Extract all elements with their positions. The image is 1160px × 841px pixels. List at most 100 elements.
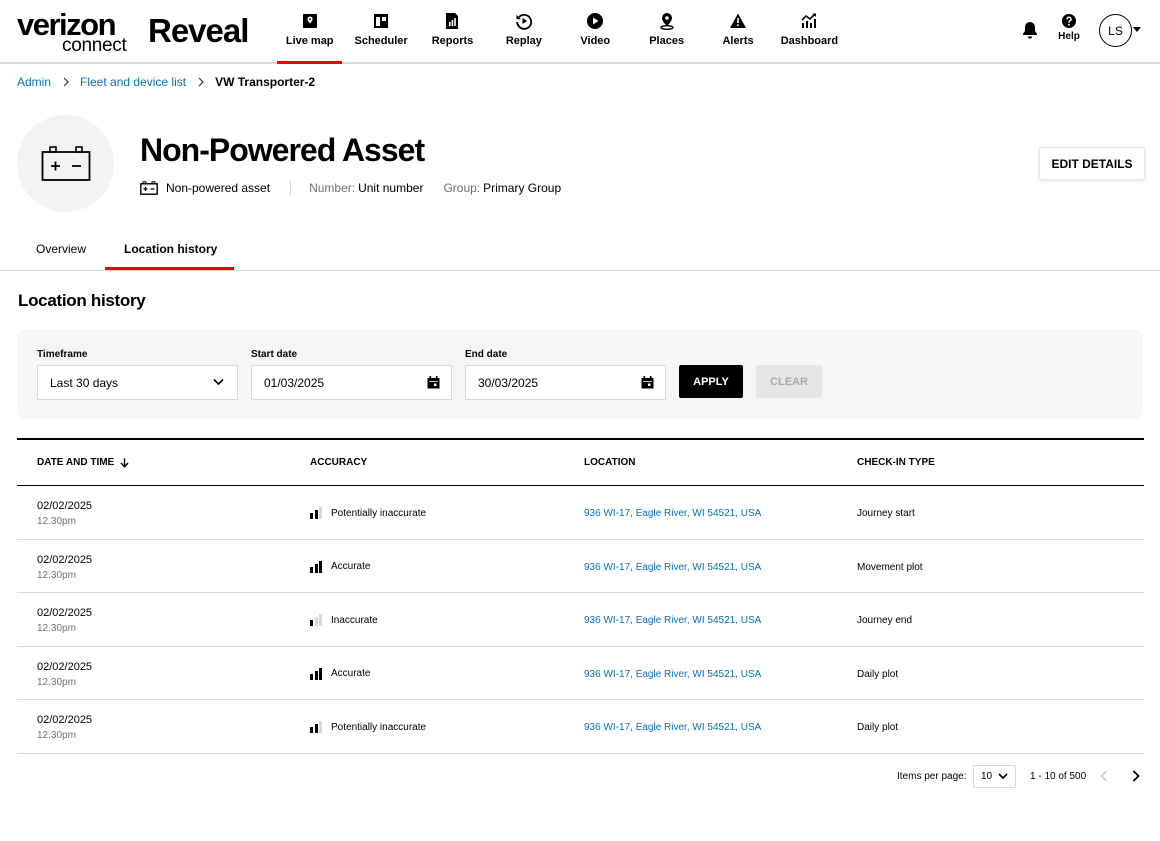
table-header: DATE AND TIME ACCURACY LOCATION CHECK-IN… [17, 440, 1144, 486]
top-navigation-bar: verizon connect Reveal Live map Schedule… [0, 0, 1160, 64]
dashboard-icon [801, 13, 817, 28]
calendar-icon[interactable] [641, 376, 654, 389]
timeframe-label: Timeframe [37, 349, 88, 360]
row-time: 12.30pm [37, 569, 76, 581]
accuracy-label: Potentially inaccurate [331, 721, 427, 733]
row-check-in-type: Journey start [857, 508, 915, 519]
nav-label: Replay [505, 35, 542, 47]
section-title: Location history [18, 291, 146, 310]
row-date: 02/02/2025 [37, 660, 93, 673]
edit-details-button[interactable]: EDIT DETAILS [1039, 147, 1145, 180]
column-header-label: CHECK-IN TYPE [857, 457, 935, 468]
row-time: 12.30pm [37, 623, 76, 634]
table-row: 02/02/2025 12.30pm Accurate 936 WI-17, E… [17, 540, 1144, 593]
sort-arrow-down-icon [120, 458, 129, 468]
asset-type: Non-powered asset [166, 181, 271, 195]
chevron-right-icon[interactable] [1132, 770, 1140, 782]
location-history-table: DATE AND TIME ACCURACY LOCATION CHECK-IN… [17, 438, 1144, 754]
nav-item-reports[interactable]: Reports [417, 0, 488, 64]
play-icon [587, 13, 604, 29]
tab-location-history[interactable]: Location history [124, 242, 217, 256]
verizon-connect-logo[interactable]: verizon connect [17, 9, 132, 56]
nav-item-places[interactable]: Places [631, 0, 702, 64]
signal-bars-icon [310, 560, 324, 573]
logo-wordmark-bottom: connect [62, 35, 127, 56]
nav-item-live-map[interactable]: Live map [274, 0, 345, 64]
clear-button[interactable]: CLEAR [756, 365, 822, 398]
meta-divider [290, 180, 292, 196]
location-link[interactable]: 936 WI-17, Eagle River, WI 54521, USA [584, 508, 761, 519]
tab-bar: Overview Location history [0, 230, 1160, 271]
apply-button[interactable]: APPLY [679, 365, 743, 398]
main-nav: Live map Scheduler Reports Replay Video … [274, 0, 845, 64]
timeframe-value: Last 30 days [50, 375, 119, 390]
pagination: Items per page: 10 1 - 10 of 500 [0, 765, 1160, 789]
column-header-location[interactable]: LOCATION [584, 457, 635, 468]
location-link[interactable]: 936 WI-17, Eagle River, WI 54521, USA [584, 722, 761, 733]
chevron-right-icon [63, 77, 69, 87]
column-header-check-in-type[interactable]: CHECK-IN TYPE [857, 457, 935, 468]
asset-meta: Non-powered asset Number: Unit number Gr… [140, 180, 561, 196]
calendar-icon[interactable] [427, 376, 440, 389]
row-accuracy: Accurate [310, 560, 370, 573]
row-time: 12.30pm [37, 730, 76, 741]
report-icon [446, 13, 459, 29]
column-header-accuracy[interactable]: ACCURACY [310, 457, 367, 468]
page-range: 1 - 10 of 500 [1030, 771, 1087, 782]
items-per-page-select[interactable]: 10 [973, 765, 1016, 788]
bell-icon[interactable] [1020, 20, 1040, 40]
row-time: 12.30pm [37, 516, 76, 527]
group-value: Primary Group [483, 181, 562, 195]
row-time: 12.30pm [37, 676, 76, 688]
map-icon [302, 14, 317, 28]
nav-item-dashboard[interactable]: Dashboard [774, 0, 845, 64]
row-check-in-type: Daily plot [857, 722, 899, 733]
page-title: Non-Powered Asset [140, 132, 425, 168]
end-date-input[interactable]: 30/03/2025 [465, 365, 666, 400]
chevron-left-icon[interactable] [1100, 770, 1108, 782]
nav-item-replay[interactable]: Replay [488, 0, 559, 64]
row-date: 02/02/2025 [37, 607, 93, 619]
place-pin-icon [659, 13, 674, 30]
user-avatar[interactable]: LS [1099, 14, 1132, 47]
nav-item-video[interactable]: Video [560, 0, 631, 64]
battery-icon [41, 145, 90, 181]
start-date-label: Start date [251, 349, 298, 360]
location-link[interactable]: 936 WI-17, Eagle River, WI 54521, USA [584, 669, 761, 680]
number-value: Unit number [358, 181, 424, 195]
items-per-page-label: Items per page: [897, 771, 967, 782]
row-check-in-type: Movement plot [857, 561, 923, 573]
row-date: 02/02/2025 [37, 714, 93, 726]
column-header-date[interactable]: DATE AND TIME [37, 457, 129, 468]
location-link[interactable]: 936 WI-17, Eagle River, WI 54521, USA [584, 562, 761, 573]
caret-down-icon[interactable] [1133, 27, 1141, 32]
accuracy-label: Potentially inaccurate [331, 507, 427, 519]
breadcrumb-current: VW Transporter-2 [215, 75, 316, 89]
nav-item-alerts[interactable]: Alerts [702, 0, 773, 64]
row-accuracy: Potentially inaccurate [310, 721, 426, 733]
nav-item-scheduler[interactable]: Scheduler [345, 0, 416, 64]
breadcrumb-admin[interactable]: Admin [17, 75, 51, 89]
help-icon [1062, 14, 1076, 28]
nav-label: Places [649, 35, 685, 47]
location-link[interactable]: 936 WI-17, Eagle River, WI 54521, USA [584, 615, 761, 626]
timeframe-select[interactable]: Last 30 days [37, 365, 238, 400]
active-tab-indicator [105, 267, 234, 270]
table-row: 02/02/2025 12.30pm Potentially inaccurat… [17, 486, 1144, 540]
breadcrumb-fleet[interactable]: Fleet and device list [80, 75, 186, 89]
nav-label: Live map [285, 35, 334, 47]
help-button[interactable]: Help [1054, 14, 1084, 42]
end-date-value: 30/03/2025 [478, 375, 539, 390]
table-row: 02/02/2025 12.30pm Potentially inaccurat… [17, 700, 1144, 754]
row-accuracy: Potentially inaccurate [310, 507, 426, 519]
nav-label: Scheduler [354, 35, 408, 47]
asset-avatar [17, 115, 114, 212]
tab-overview[interactable]: Overview [36, 242, 86, 256]
row-accuracy: Inaccurate [310, 614, 378, 626]
signal-bars-icon [310, 721, 324, 733]
nav-label: Dashboard [780, 35, 839, 47]
start-date-input[interactable]: 01/03/2025 [251, 365, 452, 400]
battery-icon [140, 181, 158, 195]
accuracy-label: Inaccurate [331, 614, 378, 626]
column-header-label: LOCATION [584, 457, 636, 468]
